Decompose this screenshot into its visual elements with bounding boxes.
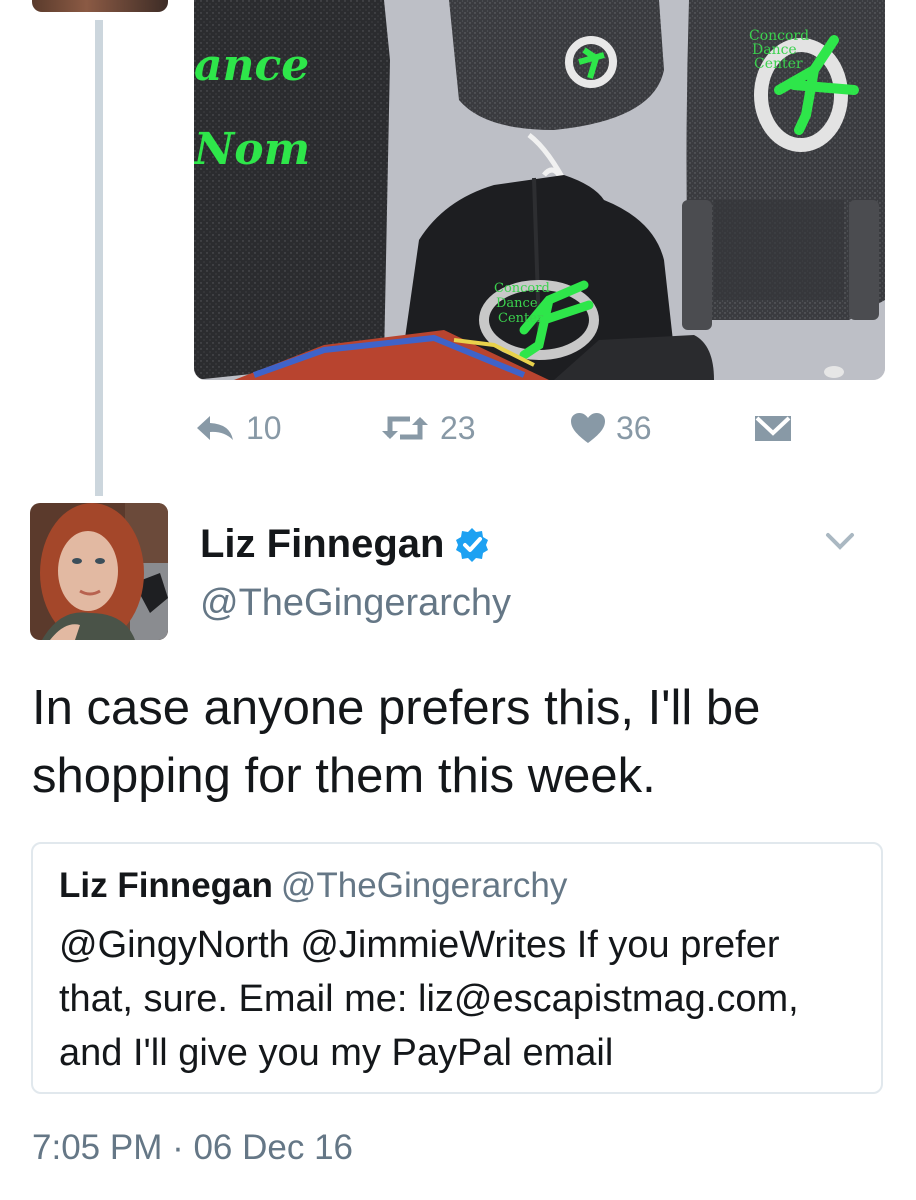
quoted-tweet-text: @GingyNorth @JimmieWrites If you prefer … (59, 924, 799, 1074)
like-button[interactable]: 36 (570, 404, 652, 452)
reply-button[interactable]: 10 (194, 404, 282, 452)
photo-text-center-2: Center (754, 56, 803, 72)
photo-text-center-1: Center (498, 311, 544, 326)
tweet-timestamp: 7:05 PM · 06 Dec 16 (32, 1128, 353, 1167)
photo-illustration: ance Nom Concord Dance Center Concord Da… (194, 0, 885, 380)
quoted-author-name: Liz Finnegan (59, 866, 273, 905)
chevron-down-icon[interactable] (820, 525, 860, 557)
quoted-tweet[interactable]: Liz Finnegan @TheGingerarchy @GingyNorth … (31, 842, 883, 1094)
author-name-row[interactable]: Liz Finnegan (200, 522, 490, 567)
photo-text-concord-1: Concord (494, 281, 550, 296)
reply-count: 10 (246, 409, 282, 446)
tweet-action-bar: 10 23 36 (194, 404, 814, 452)
quoted-tweet-header: Liz Finnegan @TheGingerarchy (59, 866, 567, 906)
heart-icon (571, 413, 605, 443)
avatar-photo (30, 503, 168, 640)
tweet-text: In case anyone prefers this, I'll be sho… (32, 681, 761, 803)
previous-tweet-avatar[interactable] (32, 0, 168, 12)
author-avatar[interactable] (30, 503, 168, 640)
author-name[interactable]: Liz Finnegan (200, 522, 444, 567)
retweet-icon (382, 416, 428, 440)
retweet-button[interactable]: 23 (380, 404, 476, 452)
quoted-author-handle: @TheGingerarchy (280, 866, 568, 905)
envelope-icon (755, 416, 791, 441)
direct-message-button[interactable] (754, 404, 802, 452)
photo-text-nom: Nom (194, 124, 310, 175)
tweet-photo[interactable]: ance Nom Concord Dance Center Concord Da… (194, 0, 885, 380)
verified-badge-icon (456, 527, 489, 562)
retweet-count: 23 (440, 409, 476, 446)
author-handle[interactable]: @TheGingerarchy (200, 582, 511, 625)
like-count: 36 (616, 409, 652, 446)
photo-text-ance: ance (194, 40, 309, 91)
thread-connector-line (95, 20, 103, 496)
photo-text-dance-1: Dance (496, 296, 538, 311)
reply-icon (197, 416, 233, 440)
